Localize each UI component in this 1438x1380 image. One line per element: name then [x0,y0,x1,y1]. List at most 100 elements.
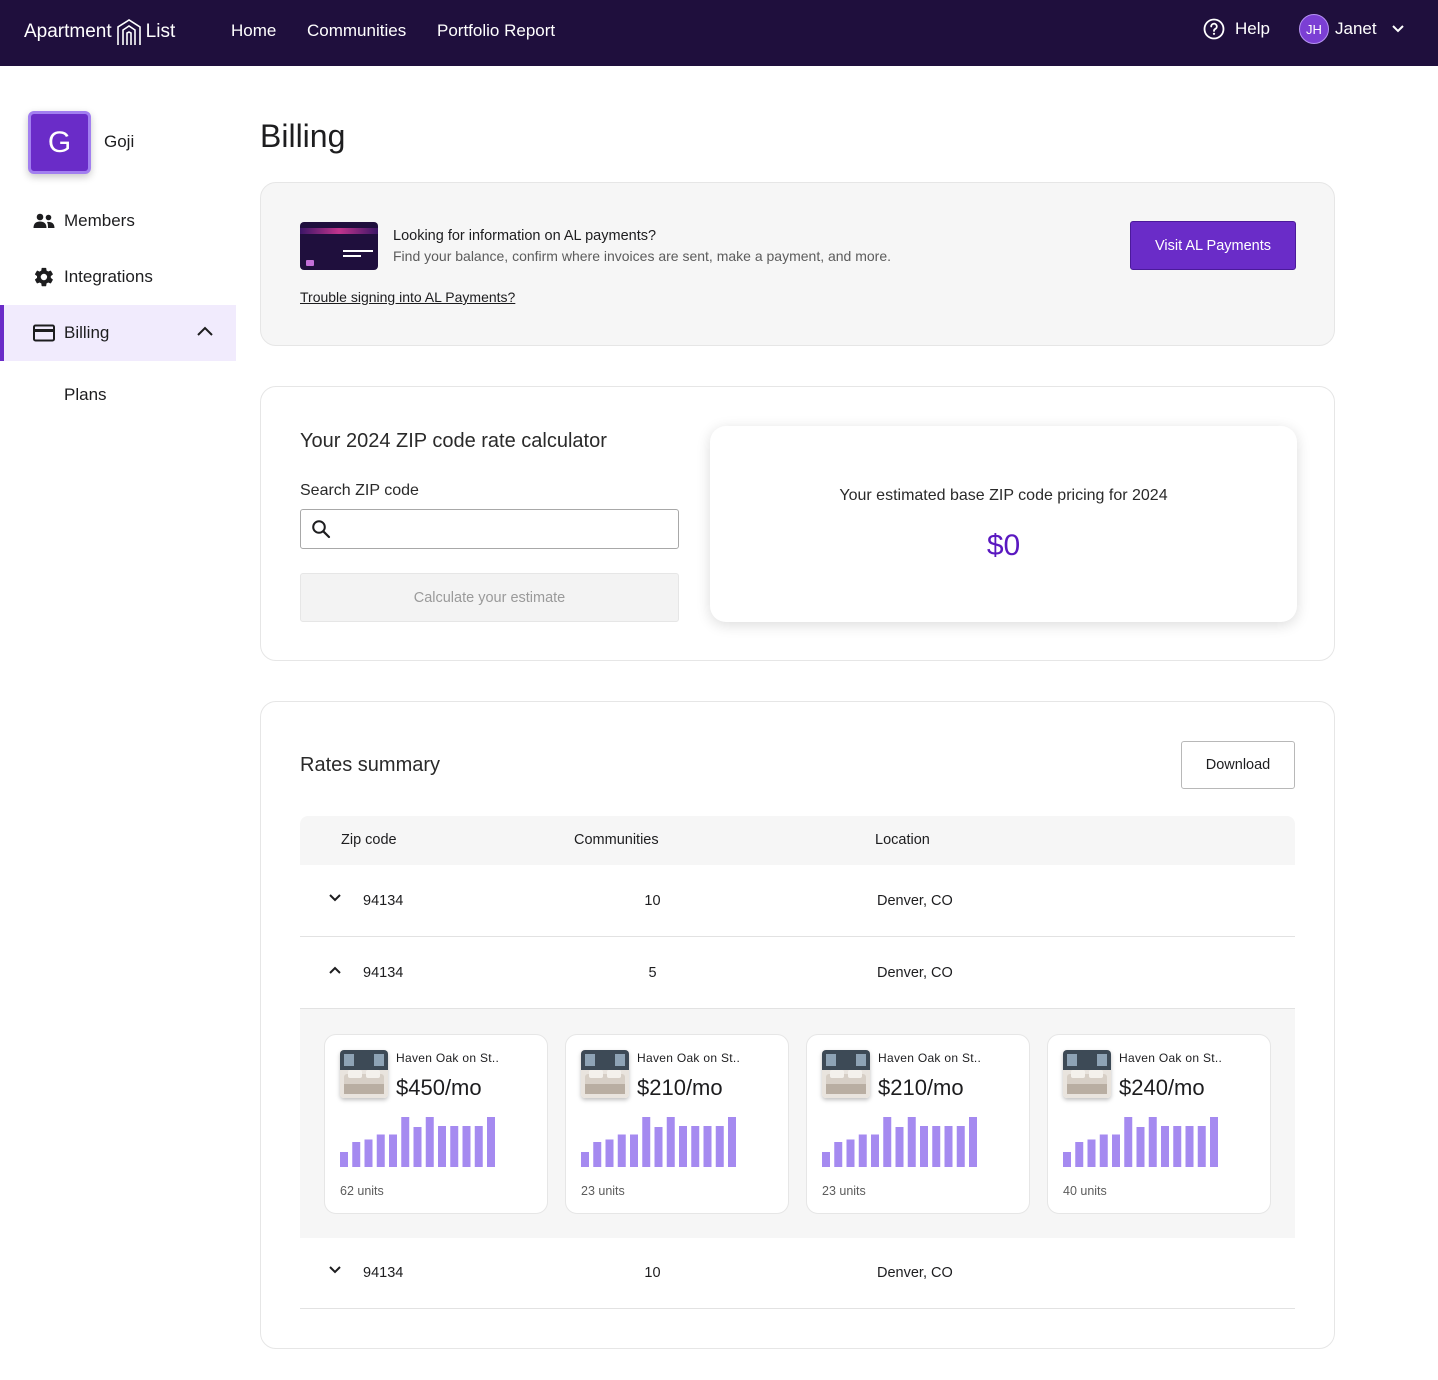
logo-building-icon [116,19,141,45]
community-units: 62 units [340,1184,384,1198]
user-menu[interactable]: JH Janet [1299,14,1405,44]
community-photo [822,1050,870,1098]
zip-search-input[interactable] [339,510,669,548]
table-row[interactable]: 94134 5 Denver, CO [300,937,1295,1009]
trouble-signing-in-link[interactable]: Trouble signing into AL Payments? [300,289,515,305]
units-bar-chart [822,1117,977,1167]
community-card[interactable]: Haven Oak on St.. $210/mo 23 units [565,1034,789,1214]
payments-info-description: Find your balance, confirm where invoice… [393,248,892,264]
visit-al-payments-button[interactable]: Visit AL Payments [1130,221,1296,270]
estimate-value: $0 [986,529,1021,562]
unit-bar [834,1142,843,1167]
chevron-down-icon [1391,25,1404,33]
unit-bar [617,1134,626,1167]
unit-bar [376,1134,385,1167]
community-card[interactable]: Haven Oak on St.. $210/mo 23 units [806,1034,1030,1214]
column-header-zip[interactable]: Zip code [341,832,397,848]
al-payments-info-card: Looking for information on AL payments? … [260,182,1335,346]
unit-bar [969,1117,977,1167]
org-avatar: G [28,111,91,174]
unit-bar [1136,1127,1145,1167]
chevron-down-icon[interactable] [328,1265,342,1275]
user-avatar: JH [1299,14,1329,44]
sidebar-subitem-plans[interactable]: Plans [64,385,107,405]
help-button[interactable]: Help [1203,18,1270,40]
row-location: Denver, CO [877,965,953,981]
community-photo [1063,1050,1111,1098]
community-name: Haven Oak on St.. [396,1051,500,1065]
unit-bar [1112,1134,1120,1167]
table-header: Zip code Communities Location [300,816,1295,865]
community-units: 23 units [581,1184,625,1198]
logo-text-left: Apartment [24,21,112,42]
unit-bar [487,1117,495,1167]
unit-bar [956,1126,965,1167]
unit-bar [1075,1142,1084,1167]
search-zip-label: Search ZIP code [300,482,419,499]
table-row[interactable]: 94134 10 Denver, CO [300,865,1295,937]
payment-card-illustration [300,222,378,270]
community-name: Haven Oak on St.. [637,1051,741,1065]
unit-bar [352,1142,361,1167]
community-price: $210/mo [878,1075,964,1100]
unit-bar [474,1126,483,1167]
row-communities: 5 [648,965,657,981]
chevron-up-icon[interactable] [196,325,214,337]
help-icon [1203,18,1225,40]
nav-link-home[interactable]: Home [231,21,276,41]
chevron-down-icon[interactable] [328,893,342,903]
units-bar-chart [581,1117,736,1167]
download-button[interactable]: Download [1181,741,1295,789]
row-communities: 10 [644,1265,661,1281]
page-title: Billing [260,118,346,154]
unit-bar [846,1139,855,1167]
top-navigation-bar: Apartment List Home Communities Portfoli… [0,0,1438,66]
rates-summary-card: Rates summary Download Zip code Communit… [260,701,1335,1349]
nav-link-communities[interactable]: Communities [307,21,406,41]
nav-link-portfolio-report[interactable]: Portfolio Report [437,21,555,41]
members-icon [33,210,55,232]
payments-info-title: Looking for information on AL payments? [393,228,657,244]
sidebar-item-billing[interactable]: Billing [0,305,236,361]
unit-bar [871,1134,879,1167]
community-units: 23 units [822,1184,866,1198]
chevron-up-icon[interactable] [328,965,342,975]
table-row[interactable]: 94134 10 Denver, CO [300,1237,1295,1309]
unit-bar [438,1126,446,1167]
sidebar-item-members[interactable]: Members [0,193,236,249]
sidebar-item-label: Integrations [64,267,153,286]
row-communities: 10 [644,893,661,909]
units-bar-chart [1063,1117,1218,1167]
unit-bar [1173,1126,1182,1167]
community-units: 40 units [1063,1184,1107,1198]
community-card[interactable]: Haven Oak on St.. $450/mo 62 units [324,1034,548,1214]
unit-bar [1197,1126,1206,1167]
apartment-list-logo[interactable]: Apartment List [24,16,175,48]
units-bar-chart [340,1117,495,1167]
row-zip: 94134 [363,1265,404,1281]
user-name: Janet [1335,19,1377,38]
unit-bar [883,1117,892,1167]
unit-bar [895,1127,904,1167]
community-card[interactable]: Haven Oak on St.. $240/mo 40 units [1047,1034,1271,1214]
community-name: Haven Oak on St.. [1119,1051,1223,1065]
unit-bar [413,1127,422,1167]
unit-bar [679,1126,687,1167]
zip-rate-calculator-card: Your 2024 ZIP code rate calculator Searc… [260,386,1335,661]
org-name: Goji [104,132,135,151]
column-header-location[interactable]: Location [875,832,930,848]
unit-bar [715,1126,724,1167]
zip-search-field[interactable] [300,509,679,549]
logo-text-right: List [145,21,176,42]
community-name: Haven Oak on St.. [878,1051,982,1065]
unit-bar [605,1139,614,1167]
unit-bar [932,1126,941,1167]
calculate-estimate-button[interactable]: Calculate your estimate [300,573,679,622]
unit-bar [666,1117,675,1167]
column-header-communities[interactable]: Communities [574,832,659,848]
unit-bar [1210,1117,1218,1167]
unit-bar [389,1134,397,1167]
unit-bar [630,1134,638,1167]
gear-icon [33,266,55,288]
sidebar-item-integrations[interactable]: Integrations [0,249,236,305]
